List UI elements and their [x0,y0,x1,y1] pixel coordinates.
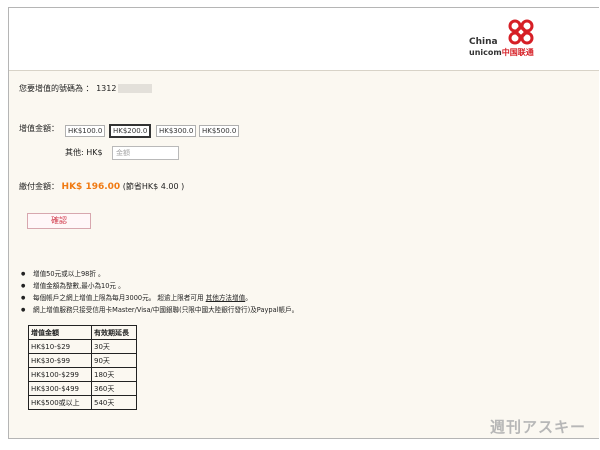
pay-row: 繳付金額： HK$ 196.00 (節省HK$ 4.00 ) [19,182,184,192]
confirm-button[interactable]: 確認 [27,213,91,229]
table-cell: 360天 [91,381,137,396]
logo-text-unicom: unicom中国联通 [469,48,534,57]
amount-option-300[interactable]: HK$300.0 [156,125,197,137]
page-frame: China unicom中国联通 您要增值的號碼為 ： 1312 增值金額： H… [8,7,599,439]
table-cell: 180天 [91,367,137,382]
amount-option-200[interactable]: HK$200.0 [108,124,152,138]
table-cell: HK$100-$299 [28,367,92,382]
unicom-knot-icon [508,19,534,45]
header: China unicom中国联通 [9,8,599,71]
table-row: HK$500或以上 540天 [28,395,137,410]
table-row: HK$10-$29 30天 [28,339,137,354]
china-unicom-logo: China unicom中国联通 [469,18,569,63]
table-cell: HK$300-$499 [28,381,92,396]
pay-saving: (節省HK$ 4.00 ) [122,182,185,191]
amount-option-100[interactable]: HK$100.0 [65,125,106,137]
table-row: HK$300-$499 360天 [28,381,137,396]
number-row: 您要增值的號碼為 ： 1312 [19,84,153,94]
phone-number: 1312 [96,84,117,93]
table-cell: 90天 [91,353,137,368]
table-header-validity: 有效期延長 [91,325,137,340]
table-header-amount: 增值金額 [28,325,92,340]
pay-amount: HK$ 196.00 [61,182,121,192]
other-amount-label: 其他: HK$ [65,148,103,157]
watermark: 週刊アスキー [490,418,587,436]
table-cell: HK$500或以上 [28,395,92,410]
amount-option-500[interactable]: HK$500.0 [199,125,240,137]
other-amount-input[interactable]: 金額 [112,146,179,160]
note-item: 增值50元或以上98折 。 [21,268,298,280]
table-cell: 540天 [91,395,137,410]
note-item: 網上增值服務只接受信用卡Master/Visa/中國銀聯(只限中國大陸銀行發行)… [21,304,298,316]
pay-label: 繳付金額： [19,182,59,191]
note-item: 增值金額為整數,最小為10元 。 [21,280,298,292]
other-methods-link[interactable]: 其他方法增值 [206,294,246,302]
table-row: HK$30-$99 90天 [28,353,137,368]
number-label: 您要增值的號碼為 ： [19,84,94,93]
amount-label: 增值金額： [19,124,59,133]
notes-list: 增值50元或以上98折 。 增值金額為整數,最小為10元 。 每個帳戶之網上增值… [21,268,298,316]
table-cell: 30天 [91,339,137,354]
validity-table: 增值金額 有效期延長 HK$10-$29 30天 HK$30-$99 90天 H… [28,325,137,410]
table-header-row: 增值金額 有效期延長 [28,325,137,340]
logo-text-china: China [469,37,498,47]
masked-digits [118,84,153,93]
table-row: HK$100-$299 180天 [28,367,137,382]
table-cell: HK$30-$99 [28,353,92,368]
note-item: 每個帳戶之網上增值上限為每月3000元。 超逾上限者可用 其他方法增值。 [21,292,298,304]
table-cell: HK$10-$29 [28,339,92,354]
